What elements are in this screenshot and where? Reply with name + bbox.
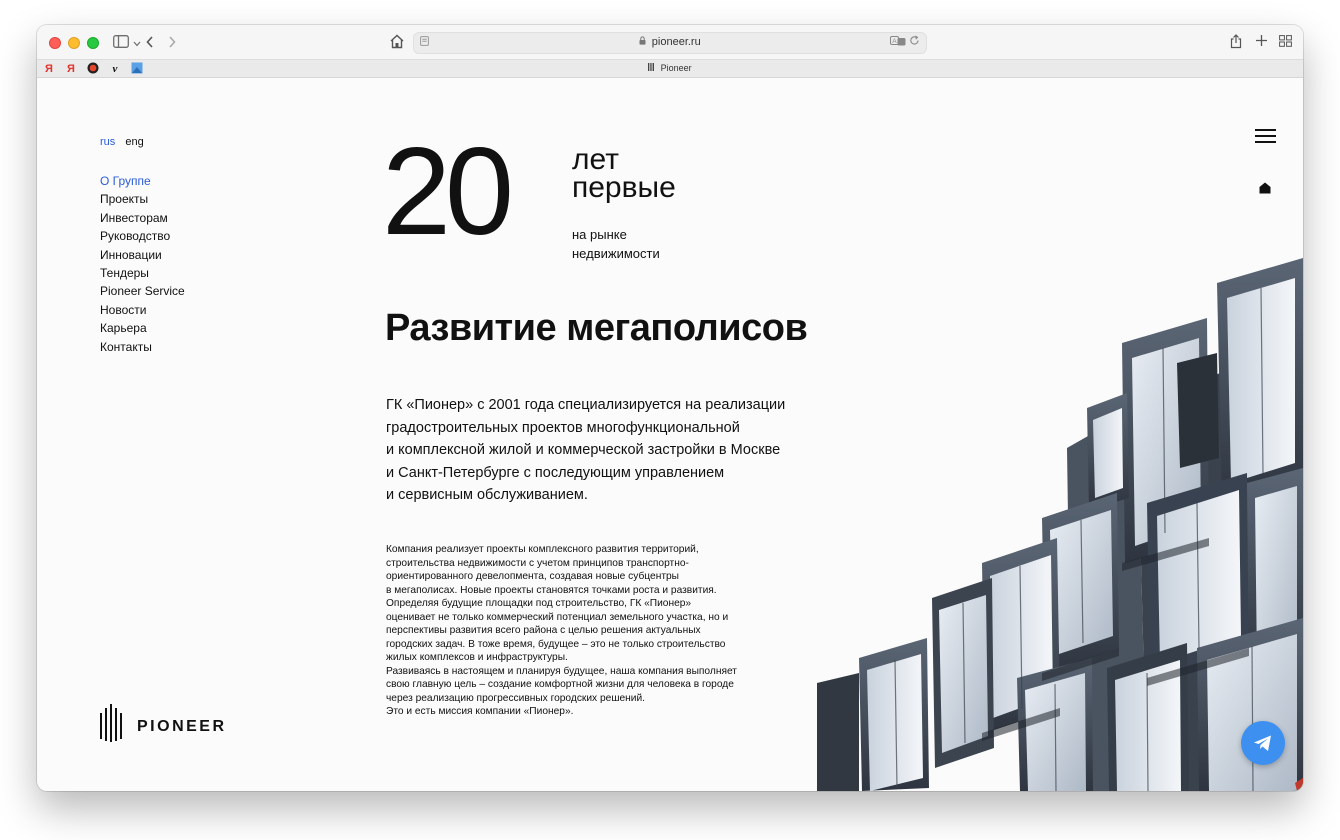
- active-tab[interactable]: Pioneer: [37, 63, 1303, 73]
- pioneer-logo[interactable]: PIONEER: [100, 704, 260, 744]
- favorites-bar: Я Я v Pioneer: [37, 59, 1303, 78]
- menu-line: [1255, 135, 1276, 137]
- svg-text:A: A: [892, 38, 897, 45]
- lead-line: и комплексной жилой и коммерческой застр…: [386, 442, 781, 458]
- pioneer-tab-icon: [648, 63, 656, 73]
- tab-title-text: Pioneer: [660, 63, 692, 73]
- nav-item-contacts[interactable]: Контакты: [100, 338, 185, 356]
- share-icon[interactable]: [1230, 34, 1242, 52]
- hero-number: 20: [382, 123, 514, 261]
- nav-item-about[interactable]: О Группе: [100, 172, 185, 190]
- main-nav: О Группе Проекты Инвесторам Руководство …: [100, 172, 185, 356]
- lang-ru[interactable]: rus: [100, 136, 115, 148]
- back-icon[interactable]: [145, 35, 155, 52]
- body-line: Это и есть миссия компании «Пионер».: [386, 706, 574, 717]
- body-line: строительства недвижимости с учетом прин…: [386, 557, 689, 569]
- url-text: pioneer.ru: [651, 36, 701, 48]
- body-paragraph: Компания реализует проекты комплексного …: [386, 543, 786, 719]
- reload-icon[interactable]: [909, 35, 920, 49]
- menu-line: [1255, 129, 1276, 131]
- body-line: ориентированного девелопмента, создавая …: [386, 571, 679, 582]
- lead-line: и сервисным обслуживанием.: [386, 487, 588, 503]
- browser-toolbar: pioneer.ru A: [37, 25, 1303, 59]
- body-line: Развиваясь в настоящем и планируя будуще…: [386, 665, 737, 677]
- lead-paragraph: ГК «Пионер» с 2001 года специализируется…: [386, 394, 806, 507]
- page-headline: Развитие мегаполисов: [385, 307, 808, 349]
- logo-wordmark: PIONEER: [137, 718, 227, 735]
- home-browser-icon[interactable]: [389, 34, 405, 52]
- language-switcher: rus eng: [100, 136, 151, 148]
- nav-item-service[interactable]: Pioneer Service: [100, 282, 185, 300]
- body-line: в мегаполисах. Новые проекты становятся …: [386, 584, 717, 596]
- nav-item-innovations[interactable]: Инновации: [100, 246, 185, 264]
- lead-line: градостроительных проектов многофункцион…: [386, 419, 740, 436]
- body-line: Определяя будущие площадки под строитель…: [386, 598, 692, 609]
- logo-bars-icon: [100, 704, 122, 742]
- web-page: rus eng О Группе Проекты Инвесторам Руко…: [37, 78, 1303, 791]
- lead-line: ГК «Пионер» с 2001 года специализируется…: [386, 397, 786, 413]
- new-tab-icon[interactable]: [1255, 34, 1268, 50]
- close-window-button[interactable]: [49, 37, 61, 49]
- forward-icon[interactable]: [167, 35, 177, 52]
- building-image: [817, 258, 1303, 791]
- nav-item-tenders[interactable]: Тендеры: [100, 264, 185, 282]
- telegram-button[interactable]: [1241, 721, 1285, 765]
- nav-item-investors[interactable]: Инвесторам: [100, 209, 185, 227]
- body-line: через реализацию прогрессивных городских…: [386, 692, 645, 704]
- lock-icon: [639, 36, 649, 47]
- hero-sub-2: недвижимости: [572, 246, 660, 261]
- hero-sub-1: на рынке: [572, 227, 627, 242]
- nav-item-management[interactable]: Руководство: [100, 227, 185, 245]
- hero-word-2: первые: [572, 171, 676, 204]
- body-line: городских задач. В тоже время, будущее –…: [386, 638, 726, 650]
- home-icon[interactable]: [1259, 181, 1271, 195]
- body-line: перспективы развития всего района с цель…: [386, 625, 701, 636]
- body-line: свою главную цель – создание комфортной …: [386, 679, 734, 690]
- nav-item-career[interactable]: Карьера: [100, 319, 185, 337]
- chevron-down-icon[interactable]: [133, 37, 141, 52]
- browser-window: pioneer.ru A Я Я v Pioneer rus eng О Гру…: [37, 25, 1303, 791]
- body-line: Компания реализует проекты комплексного …: [386, 544, 699, 555]
- nav-item-news[interactable]: Новости: [100, 301, 185, 319]
- address-bar[interactable]: pioneer.ru A: [413, 32, 927, 54]
- sidebar-toggle-icon[interactable]: [113, 35, 129, 51]
- body-line: оценивает не только коммерческий потенци…: [386, 611, 729, 623]
- hero-word-1: лет: [572, 143, 619, 176]
- menu-line: [1255, 141, 1276, 143]
- lead-line: и Санкт-Петербурге с последующим управле…: [386, 464, 725, 481]
- lang-en[interactable]: eng: [125, 136, 143, 148]
- translate-icon[interactable]: A: [890, 36, 906, 49]
- hamburger-menu-button[interactable]: [1255, 129, 1276, 143]
- nav-item-projects[interactable]: Проекты: [100, 190, 185, 208]
- tab-overview-icon[interactable]: [1279, 35, 1292, 50]
- zoom-window-button[interactable]: [87, 37, 99, 49]
- hero-subtitle: на рынке недвижимости: [572, 225, 660, 263]
- minimize-window-button[interactable]: [68, 37, 80, 49]
- hero-words: лет первые: [572, 143, 676, 204]
- body-line: жилых комплексов и инфраструктуры.: [386, 652, 568, 663]
- telegram-icon: [1254, 735, 1271, 751]
